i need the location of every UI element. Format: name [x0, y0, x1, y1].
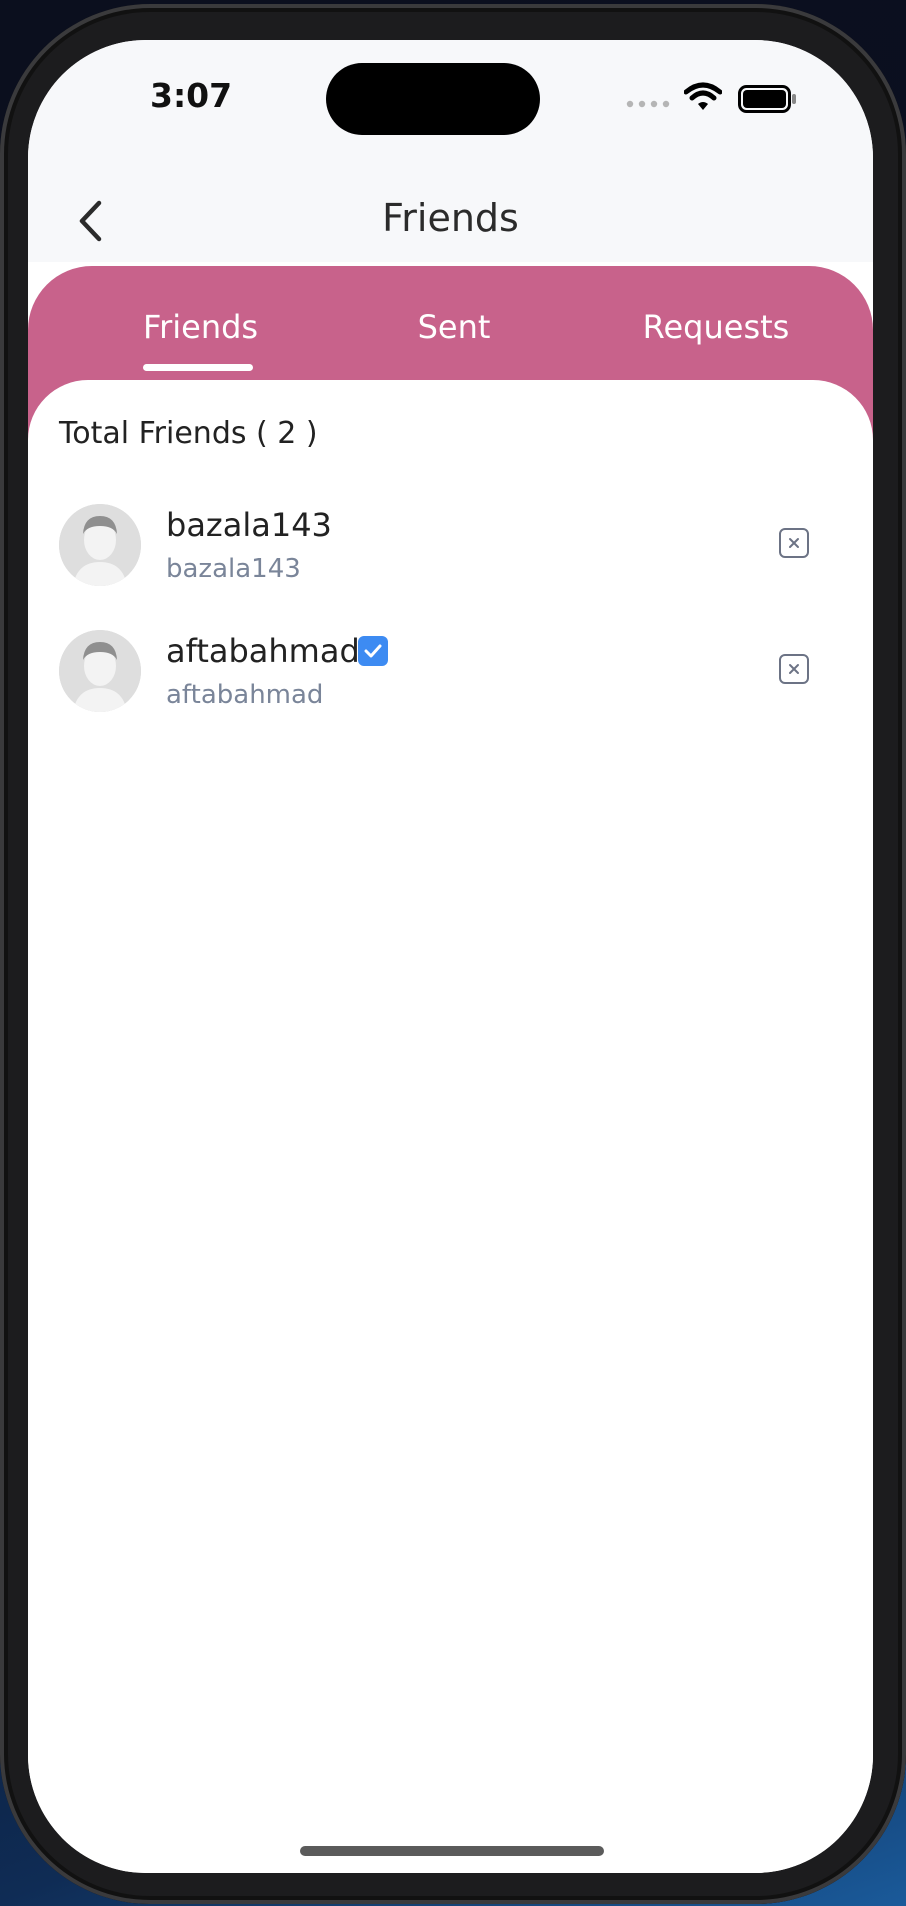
- tab-sent[interactable]: Sent: [409, 308, 499, 346]
- signal-dots-icon: [626, 100, 670, 108]
- friend-handle: bazala143: [166, 554, 301, 584]
- active-tab-indicator: [143, 364, 253, 371]
- friend-handle: aftabahmad: [166, 680, 324, 710]
- status-bar: 3:07: [28, 40, 873, 180]
- tab-friends[interactable]: Friends: [143, 308, 258, 346]
- close-icon: [789, 664, 799, 674]
- dynamic-island: [326, 63, 540, 135]
- app-screen: 3:07 Friends Friends Sent Requests Total…: [28, 40, 873, 1873]
- home-indicator: [300, 1846, 604, 1856]
- verified-badge-icon: [358, 636, 388, 666]
- battery-icon: [738, 85, 796, 113]
- list-item[interactable]: aftabahmad aftabahmad: [28, 630, 873, 740]
- avatar: [59, 630, 141, 712]
- list-item[interactable]: bazala143 bazala143: [28, 504, 873, 614]
- page-title: Friends: [382, 196, 519, 240]
- total-friends-label: Total Friends ( 2 ): [59, 416, 318, 451]
- user-placeholder-icon: [59, 504, 141, 586]
- user-placeholder-icon: [59, 630, 141, 712]
- wifi-icon: [684, 82, 722, 110]
- phone-frame: 3:07 Friends Friends Sent Requests Total…: [0, 4, 906, 1904]
- friend-name: aftabahmad: [166, 632, 360, 670]
- navigation-bar: Friends: [28, 180, 873, 262]
- friend-name: bazala143: [166, 506, 332, 544]
- close-icon: [789, 538, 799, 548]
- remove-friend-button[interactable]: [779, 654, 809, 684]
- status-time: 3:07: [150, 76, 233, 115]
- avatar: [59, 504, 141, 586]
- remove-friend-button[interactable]: [779, 528, 809, 558]
- friends-list-panel: Total Friends ( 2 ) bazala143 bazala143: [28, 380, 873, 1873]
- tab-requests[interactable]: Requests: [626, 308, 806, 346]
